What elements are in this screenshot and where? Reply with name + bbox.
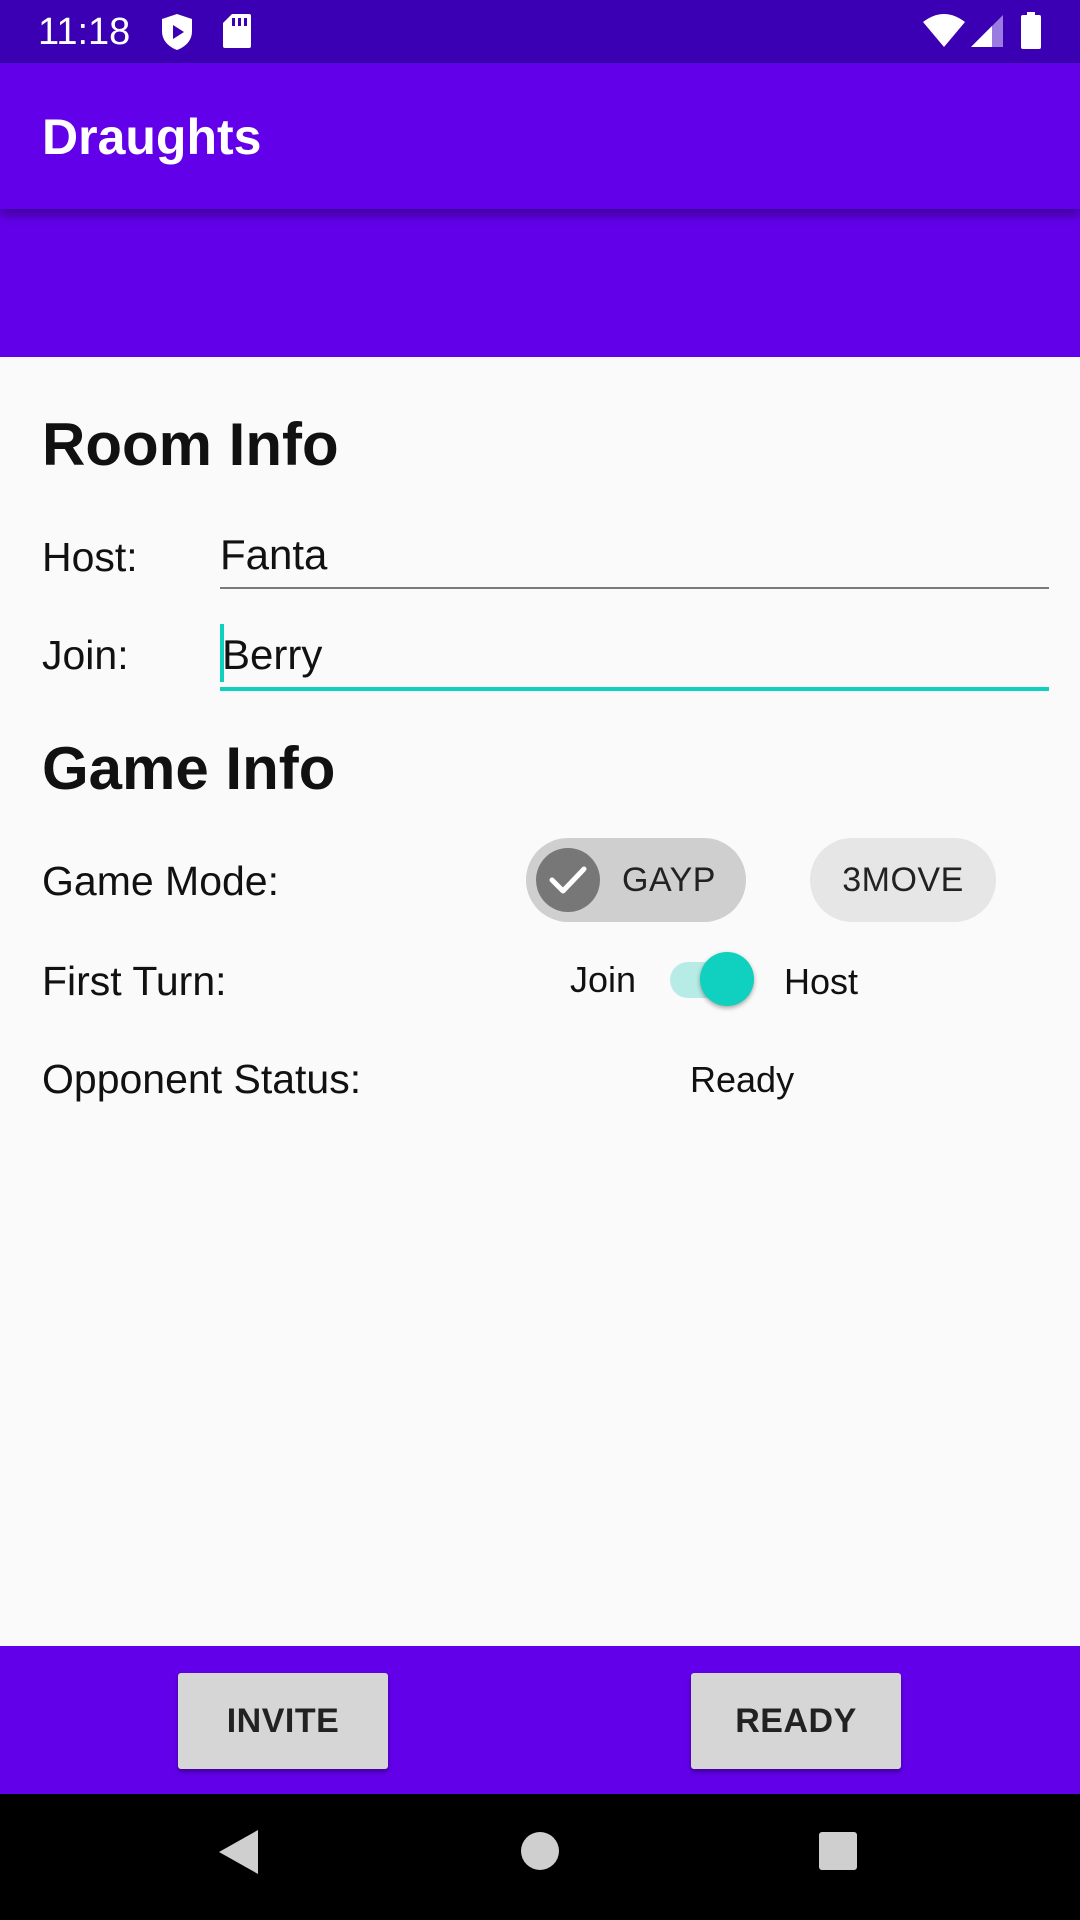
- wifi-icon: [922, 14, 966, 53]
- sd-card-icon: [222, 13, 252, 54]
- header-band: [0, 209, 1080, 357]
- bottom-action-bar: [0, 1646, 1080, 1794]
- recents-icon[interactable]: [818, 1831, 858, 1876]
- game-mode-chip-3move[interactable]: 3MOVE: [810, 838, 996, 922]
- host-label: Host:: [42, 534, 138, 580]
- opponent-status-label: Opponent Status:: [42, 1056, 362, 1102]
- ready-button[interactable]: READY: [691, 1673, 901, 1769]
- host-field-underline: [220, 587, 1049, 589]
- first-turn-join-label: Join: [570, 959, 637, 1000]
- room-info-title: Room Info: [42, 411, 339, 478]
- game-mode-label: Game Mode:: [42, 858, 279, 904]
- status-time: 11:18: [38, 11, 131, 53]
- chip-label: 3MOVE: [842, 860, 964, 899]
- switch-thumb[interactable]: [700, 952, 754, 1006]
- join-name-field[interactable]: [220, 627, 1049, 683]
- first-turn-host-label: Host: [784, 961, 859, 1002]
- status-bar: 11:18: [0, 0, 1080, 63]
- app-title: Draughts: [42, 109, 262, 165]
- check-icon: [536, 848, 600, 912]
- navigation-bar: [0, 1794, 1080, 1920]
- home-icon[interactable]: [520, 1831, 560, 1876]
- shield-play-icon: [160, 13, 194, 56]
- invite-button[interactable]: INVITE: [178, 1673, 388, 1769]
- first-turn-label: First Turn:: [42, 958, 227, 1004]
- join-label: Join:: [42, 632, 129, 678]
- join-field-underline: [220, 687, 1049, 691]
- opponent-status-value: Ready: [690, 1059, 795, 1100]
- battery-icon: [1020, 12, 1042, 55]
- host-name-field[interactable]: [220, 527, 1049, 583]
- signal-icon: [970, 14, 1004, 53]
- game-info-title: Game Info: [42, 735, 336, 802]
- back-icon[interactable]: [216, 1828, 260, 1881]
- game-mode-chip-gayp[interactable]: GAYP: [526, 838, 746, 922]
- app-bar: Draughts: [0, 63, 1080, 209]
- chip-label: GAYP: [622, 860, 716, 899]
